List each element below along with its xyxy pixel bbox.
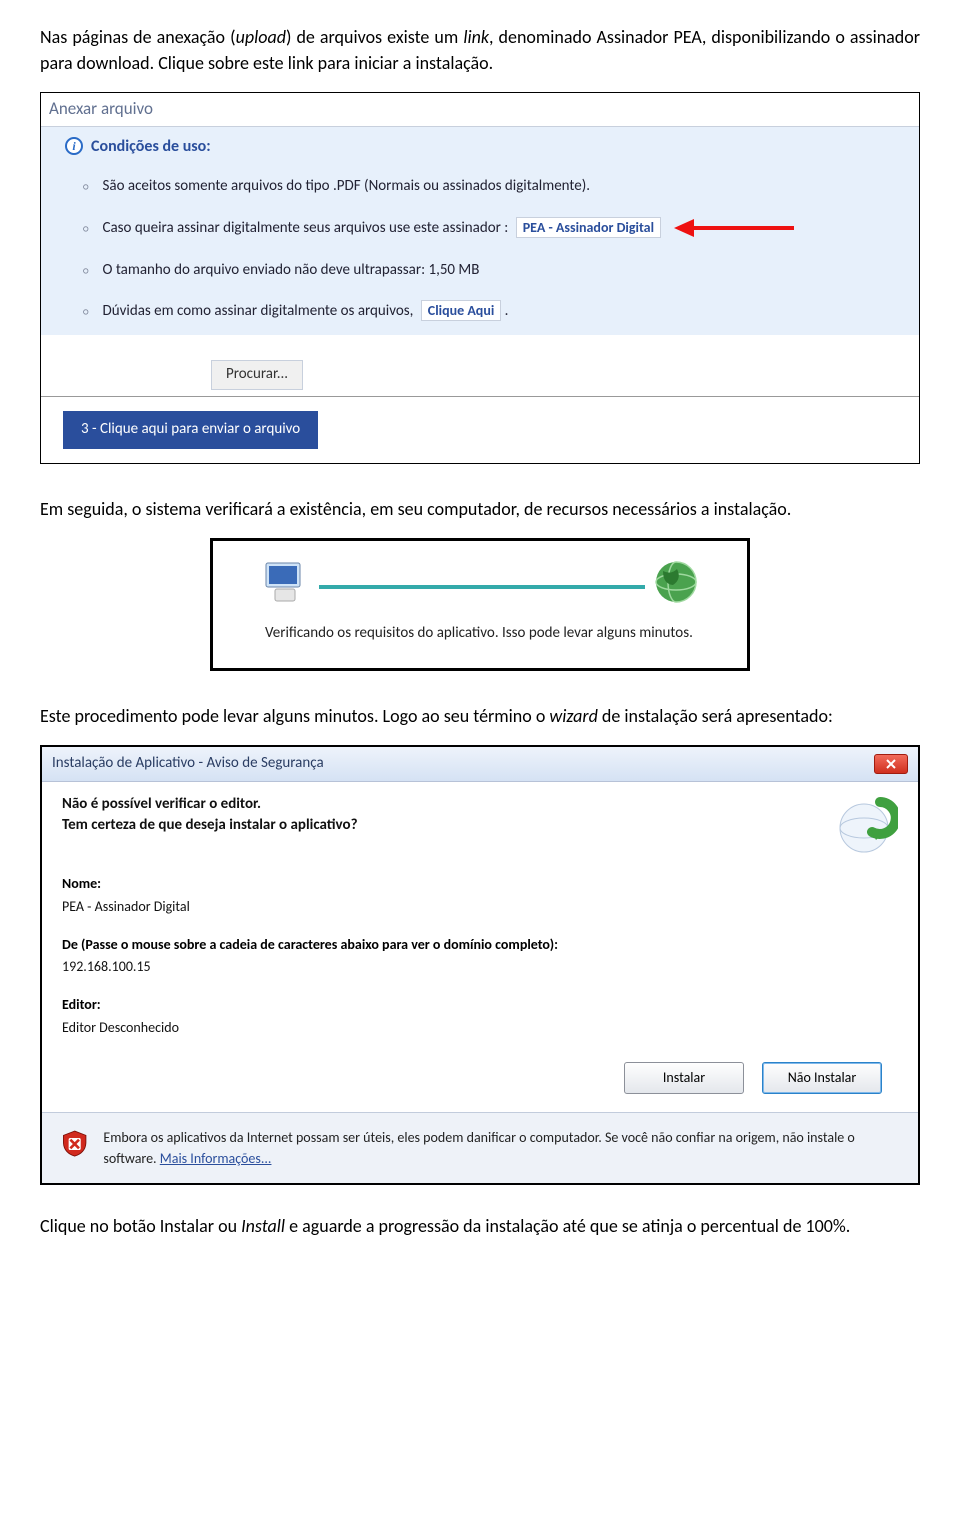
value-editor: Editor Desconhecido [62, 1018, 898, 1038]
send-file-button[interactable]: 3 - Clique aqui para enviar o arquivo [63, 411, 318, 449]
close-icon [886, 759, 896, 769]
computer-icon [261, 561, 311, 605]
paragraph-wizard: Este procedimento pode levar alguns minu… [40, 703, 920, 729]
verifying-text: Verificando os requisitos do aplicativo.… [221, 615, 739, 645]
screenshot-verificando: Verificando os requisitos do aplicativo.… [210, 538, 750, 672]
text: Nas páginas de anexação ( [40, 26, 236, 48]
heading-line1: Não é possível verificar o editor. [62, 794, 358, 815]
conditions-heading: Condições de uso: [91, 135, 211, 158]
text-italic: upload [236, 26, 286, 48]
value-nome: PEA - Assinador Digital [62, 897, 898, 917]
info-icon: i [65, 137, 83, 155]
progress-line [319, 585, 645, 589]
dialog-title: Instalação de Aplicativo - Aviso de Segu… [52, 753, 324, 775]
text: Caso queira assinar digitalmente seus ar… [103, 219, 509, 237]
pea-assinador-link[interactable]: PEA - Assinador Digital [516, 217, 661, 238]
label-editor: Editor: [62, 995, 898, 1015]
text-italic: link [463, 26, 489, 48]
application-install-icon [836, 794, 898, 856]
titlebar: Instalação de Aplicativo - Aviso de Segu… [42, 747, 918, 782]
shield-warning-icon [60, 1127, 89, 1161]
bullet-icon: ○ [83, 301, 89, 323]
label-de: De (Passe o mouse sobre a cadeia de cara… [62, 935, 898, 955]
text: de instalação será apresentado: [598, 705, 833, 727]
text: Clique no botão Instalar ou [40, 1215, 241, 1237]
install-button[interactable]: Instalar [624, 1062, 744, 1094]
do-not-install-button[interactable]: Não Instalar [762, 1062, 882, 1094]
intro-paragraph: Nas páginas de anexação (upload) de arqu… [40, 24, 920, 76]
bullet-icon: ○ [83, 218, 89, 240]
warning-text: Embora os aplicativos da Internet possam… [103, 1127, 900, 1169]
text-italic: wizard [549, 705, 597, 727]
list-item: Caso queira assinar digitalmente seus ar… [103, 218, 795, 240]
close-button[interactable] [874, 754, 908, 774]
value-de: 192.168.100.15 [62, 957, 898, 977]
warning-bar: Embora os aplicativos da Internet possam… [42, 1112, 918, 1183]
bullet-icon: ○ [83, 260, 89, 282]
panel-title: Anexar arquivo [41, 93, 919, 127]
heading-line2: Tem certeza de que deseja instalar o apl… [62, 815, 358, 836]
text: ) de arquivos existe um [286, 26, 463, 48]
browse-button[interactable]: Procurar... [211, 360, 303, 390]
dialog-heading: Não é possível verificar o editor. Tem c… [62, 794, 358, 836]
list-item: Dúvidas em como assinar digitalmente os … [103, 301, 509, 323]
screenshot-install-dialog: Instalação de Aplicativo - Aviso de Segu… [40, 745, 920, 1185]
red-arrow-icon [674, 221, 794, 235]
clique-aqui-link[interactable]: Clique Aqui [421, 300, 501, 321]
outro-paragraph: Clique no botão Instalar ou Install e ag… [40, 1213, 920, 1239]
list-item: O tamanho do arquivo enviado não deve ul… [103, 260, 480, 282]
label-nome: Nome: [62, 874, 898, 894]
text-italic: Install [241, 1215, 285, 1237]
bullet-icon: ○ [83, 176, 89, 198]
paragraph-verify: Em seguida, o sistema verificará a exist… [40, 496, 920, 522]
text: e aguarde a progressão da instalação até… [285, 1215, 850, 1237]
more-info-link[interactable]: Mais Informações... [160, 1150, 272, 1167]
text: Este procedimento pode levar alguns minu… [40, 705, 549, 727]
screenshot-anexar-arquivo: Anexar arquivo i Condições de uso: ○ São … [40, 92, 920, 463]
text: Dúvidas em como assinar digitalmente os … [103, 302, 414, 320]
list-item: São aceitos somente arquivos do tipo .PD… [103, 176, 591, 198]
globe-icon [653, 559, 699, 605]
